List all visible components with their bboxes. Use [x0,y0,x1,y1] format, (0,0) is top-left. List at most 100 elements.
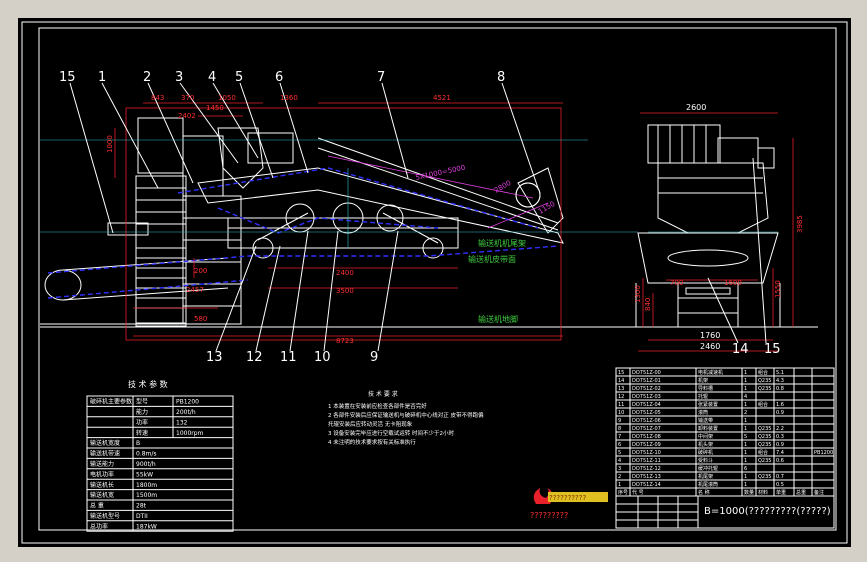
parts-row: 14 DO751Z-01 机架 1 Q235 4.3 [618,377,784,384]
parts-cell: Q235 [758,474,771,480]
notes-title: 技 术 要 求 [368,390,398,398]
cad-viewport[interactable]: 15 1 2 3 4 5 6 7 8 13 12 11 10 9 843 370… [18,18,851,547]
parts-cell: DO751Z-04 [632,402,661,408]
parts-cell: 0.8 [776,386,784,392]
side-dim-1550: 1550 [774,280,782,298]
parts-cell: 电机减速机 [698,369,723,376]
callout-6: 6 [275,70,283,85]
dim-1000: 1000 [106,135,114,153]
parts-cell: DO751Z-05 [632,410,661,416]
label-foundation: 输送机地脚 [478,314,518,324]
parts-cell: 4 [618,458,621,464]
tech-params-cell: 55kW [136,471,153,478]
dim-3500: 3500 [336,287,354,295]
tech-params-row: 能力 200t/h [136,408,196,416]
discharge-unit [517,167,564,234]
parts-cell: 组合 [758,401,768,408]
parts-cell: 机架 [698,377,708,384]
label-tail-frame: 输送机机尾架 [478,238,526,248]
parts-cell: 0.6 [776,458,784,464]
notes-line: 3 设备安装完毕应进行空载试运转 时间不少于2小时 [328,429,454,437]
parts-cell: 受料斗 [698,457,713,464]
side-dim-width: 2600 [686,103,706,112]
parts-cell: PB1200 [814,450,833,456]
callout-14: 14 [732,342,749,357]
parts-cell: 1 [744,402,747,408]
tech-params-cell: 187kW [136,523,157,530]
parts-cell: Q235 [758,386,771,392]
tech-params-cell: 功率 [136,418,148,426]
parts-cell: 7 [618,434,621,440]
parts-cell: Q235 [758,426,771,432]
tech-params-cell: 能力 [136,408,148,416]
notes: 1 本装置在安装前应检查各部件是否完好2 各部件安装后应保证输送机与破碎机中心线… [328,402,484,446]
parts-cell: 1 [744,426,747,432]
callout-5: 5 [235,70,243,85]
tech-params-cell: 电机功率 [90,470,114,478]
parts-cell: 6 [618,442,621,448]
parts-row: 13 DO751Z-02 导料槽 1 Q235 0.8 [618,385,784,392]
callout-10: 10 [314,350,331,365]
tech-params-cell: 1800m [136,482,157,489]
parts-cell: DO751Z-12 [632,466,661,472]
dim-1150: 1150 [537,200,556,216]
side-dim-1600: 1600 [724,279,742,287]
hopper [217,127,264,189]
tech-params-row: 破碎机主要参数 型号 PB1200 [90,398,199,406]
parts-cell: 0.7 [776,474,784,480]
parts-cell: DO751Z-10 [632,450,661,456]
parts-cell: 1 [744,378,747,384]
dim-2457: 2457 [186,286,204,294]
dim-2400: 2400 [336,269,354,277]
parts-header-cell: 数量 [744,489,754,496]
tech-params-cell: 900t/h [136,461,156,468]
parts-row: 6 DO751Z-09 机头架 1 Q235 0.9 [618,441,784,448]
company-logo: ?????????? ????????? [530,488,608,520]
parts-cell: 机尾滚筒 [698,481,718,488]
parts-cell: 1 [744,386,747,392]
tech-params-cell: 输送机带速 [90,450,120,458]
drawing-title: B=1000(?????????(?????) [704,506,831,517]
parts-cell: 8 [618,426,621,432]
tech-params-cell: 型号 [136,398,148,406]
tech-params-cell: 转速 [136,429,148,437]
tech-params-row: 输送机型号 DTII [90,512,148,520]
parts-cell: 5 [618,450,621,456]
company-name: ????????? [530,511,568,520]
parts-header-cell: 代 号 [632,489,644,496]
parts-row: 9 DO751Z-06 输送带 1 [618,417,747,424]
tech-params-cell: B [136,440,140,447]
tech-params-cell: 1500m [136,492,157,499]
parts-cell: Q235 [758,458,771,464]
side-dim-840: 840 [644,298,652,311]
parts-cell: 破碎机 [698,449,713,456]
parts-cell: 14 [618,378,624,384]
parts-row: 10 DO751Z-05 滚筒 2 0.9 [618,409,784,416]
callout-13: 13 [206,350,223,365]
parts-cell: 输送带 [698,417,713,424]
callout-15: 15 [59,70,76,85]
parts-cell: 1 [744,370,747,376]
tech-params-cell: 1000rpm [176,430,204,437]
parts-header-cell: 序号 [618,489,628,496]
side-view [618,112,818,352]
parts-cell: 11 [618,402,624,408]
parts-cell: 0.9 [776,442,784,448]
parts-cell: 1 [744,482,747,488]
tech-params-cell: 输送机宽 [90,491,114,499]
tech-params-cell: 总功率 [90,522,108,530]
parts-cell: 1 [744,442,747,448]
dim-2800: 2800 [493,179,512,195]
dim-8723: 8723 [336,337,354,345]
parts-row: 2 DO751Z-13 机尾架 1 Q235 0.7 [618,473,784,480]
parts-cell: 1 [744,474,747,480]
tail-frame [107,222,149,236]
parts-cell: 组合 [758,449,768,456]
parts-cell: 3 [618,466,621,472]
logo-text: ?????????? [549,494,586,502]
tech-params-cell: 破碎机主要参数 [90,398,132,406]
tech-params-row: 输送机宽 1500m [90,491,157,499]
dim-580: 580 [194,315,207,323]
parts-cell: 托辊 [698,393,708,400]
parts-cell: 组合 [758,369,768,376]
